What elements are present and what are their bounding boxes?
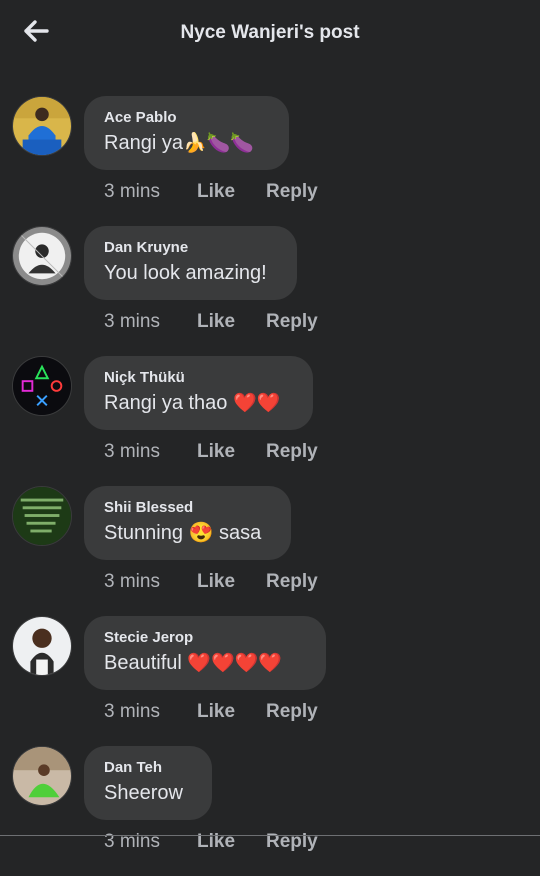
comment-author[interactable]: Niçk Thükü — [104, 369, 293, 387]
comment-bubble: Stecie Jerop Beautiful ❤️❤️❤️❤️ — [84, 616, 326, 690]
comment-bubble: Niçk Thükü Rangi ya thao ❤️❤️ — [84, 356, 313, 430]
avatar[interactable] — [12, 226, 72, 286]
comment-text: Rangi ya thao ❤️❤️ — [104, 390, 293, 416]
comment-actions: 3 mins Like Reply — [104, 700, 318, 724]
comment-text: You look amazing! — [104, 260, 277, 286]
comment-author[interactable]: Shii Blessed — [104, 499, 271, 517]
avatar[interactable] — [12, 356, 72, 416]
comment-time: 3 mins — [104, 311, 160, 332]
comment-emojis: ❤️❤️ — [232, 392, 281, 414]
comment-author[interactable]: Dan Teh — [104, 759, 192, 777]
comment-item: Stecie Jerop Beautiful ❤️❤️❤️❤️ 3 mins Li… — [0, 616, 540, 746]
comment-text: Beautiful ❤️❤️❤️❤️ — [104, 650, 306, 676]
comment-emojis: 🍌🍆🍆 — [182, 132, 254, 154]
comment-author[interactable]: Dan Kruyne — [104, 239, 277, 257]
comment-item: Shii Blessed Stunning 😍 sasa 3 mins Like R… — [0, 486, 540, 616]
comment-bubble: Dan Teh Sheerow — [84, 746, 212, 820]
like-button[interactable]: Like — [197, 180, 266, 204]
comment-item: Dan Kruyne You look amazing! 3 mins Like R… — [0, 226, 540, 356]
reply-button[interactable]: Reply — [266, 180, 318, 204]
reply-button[interactable]: Reply — [266, 440, 318, 464]
avatar[interactable] — [12, 746, 72, 806]
comment-text: Rangi ya🍌🍆🍆 — [104, 130, 269, 156]
comment-bubble: Shii Blessed Stunning 😍 sasa — [84, 486, 291, 560]
comment-author[interactable]: Ace Pablo — [104, 109, 269, 127]
comment-actions: 3 mins Like Reply — [104, 440, 318, 464]
comment-text-body: Rangi ya thao — [104, 392, 228, 414]
divider — [0, 835, 540, 836]
comment-item: Dan Teh Sheerow 3 mins Like Reply — [0, 746, 540, 876]
avatar[interactable] — [12, 616, 72, 676]
like-button[interactable]: Like — [197, 700, 266, 724]
comment-text-body: You look amazing! — [104, 262, 267, 284]
comment-author[interactable]: Stecie Jerop — [104, 629, 306, 647]
comment-text: Sheerow — [104, 780, 192, 806]
comment-time: 3 mins — [104, 571, 160, 592]
comment-actions: 3 mins Like Reply — [104, 830, 318, 854]
reply-button[interactable]: Reply — [266, 570, 318, 594]
like-button[interactable]: Like — [197, 830, 266, 854]
comment-time: 3 mins — [104, 441, 160, 462]
comment-item: Niçk Thükü Rangi ya thao ❤️❤️ 3 mins Like… — [0, 356, 540, 486]
comment-time: 3 mins — [104, 831, 160, 852]
comment-text-body: Rangi ya — [104, 132, 183, 154]
comment-bubble: Dan Kruyne You look amazing! — [84, 226, 297, 300]
comment-text-body: Sheerow — [104, 782, 183, 804]
comment-actions: 3 mins Like Reply — [104, 180, 318, 204]
avatar[interactable] — [12, 486, 72, 546]
page-title: Nyce Wanjeri's post — [180, 22, 360, 43]
comment-actions: 3 mins Like Reply — [104, 570, 318, 594]
comment-text-body: Stunning 😍 sasa — [104, 522, 262, 544]
comment-text-body: Beautiful — [104, 652, 182, 674]
like-button[interactable]: Like — [197, 570, 266, 594]
avatar[interactable] — [12, 96, 72, 156]
like-button[interactable]: Like — [197, 310, 266, 334]
header: Nyce Wanjeri's post — [0, 0, 540, 68]
reply-button[interactable]: Reply — [266, 830, 318, 854]
comment-text: Stunning 😍 sasa — [104, 520, 271, 546]
comment-item: Ace Pablo Rangi ya🍌🍆🍆 3 mins Like Reply — [0, 96, 540, 226]
comment-time: 3 mins — [104, 701, 160, 722]
comment-bubble: Ace Pablo Rangi ya🍌🍆🍆 — [84, 96, 289, 170]
comment-actions: 3 mins Like Reply — [104, 310, 318, 334]
comment-time: 3 mins — [104, 181, 160, 202]
like-button[interactable]: Like — [197, 440, 266, 464]
comment-emojis: ❤️❤️❤️❤️ — [187, 652, 283, 674]
reply-button[interactable]: Reply — [266, 700, 318, 724]
reply-button[interactable]: Reply — [266, 310, 318, 334]
